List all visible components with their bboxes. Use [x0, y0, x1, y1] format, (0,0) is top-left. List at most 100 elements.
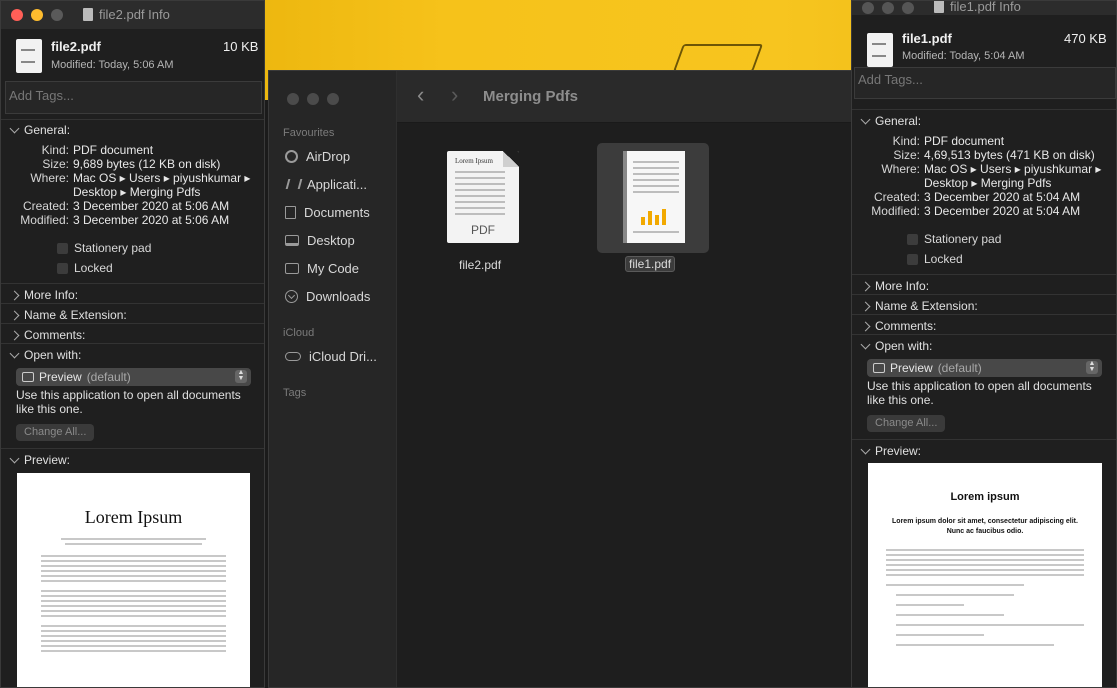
chevron-down-icon	[9, 348, 20, 359]
divider	[852, 439, 1116, 440]
divider	[1, 303, 264, 304]
desktop-icon	[285, 235, 299, 246]
general-details: Kind: PDF document Size: 9,689 bytes (12 K…	[20, 143, 251, 227]
info-window-file1: file1.pdf Info file1.pdf 470 KB Modified…	[851, 0, 1117, 688]
locked-checkbox[interactable]: Locked	[57, 261, 113, 275]
chevron-right-icon	[9, 290, 20, 300]
cloud-icon	[285, 352, 301, 361]
pdf-badge: PDF	[471, 223, 495, 237]
close-button[interactable]	[862, 2, 874, 14]
sidebar-section-tags: Tags	[283, 387, 307, 399]
file-size: 470 KB	[1064, 31, 1107, 46]
divider	[1, 323, 264, 324]
back-button[interactable]: ‹	[417, 84, 424, 106]
section-preview[interactable]: Preview:	[9, 453, 70, 467]
sidebar-item-icloud-drive[interactable]: iCloud Dri...	[285, 349, 377, 364]
chevron-down-icon	[9, 453, 20, 464]
divider	[852, 314, 1116, 315]
file-name[interactable]: file1.pdf	[625, 256, 676, 272]
sidebar-item-label: Desktop	[307, 233, 355, 248]
sidebar-item-applications[interactable]: Applicati...	[285, 177, 367, 192]
section-general[interactable]: General:	[860, 114, 921, 128]
section-open-with[interactable]: Open with:	[9, 348, 81, 362]
modified-date: Modified: Today, 5:06 AM	[51, 59, 174, 71]
open-with-select[interactable]: Preview (default) ▲ ▼	[16, 368, 251, 386]
sidebar-item-documents[interactable]: Documents	[285, 205, 370, 220]
close-button[interactable]	[11, 9, 23, 21]
minimize-button[interactable]	[31, 9, 43, 21]
section-more-info[interactable]: More Info:	[860, 279, 929, 293]
chevron-right-icon	[860, 321, 871, 331]
preview-app-icon	[873, 363, 885, 373]
finder-window: Favourites AirDrop Applicati... Document…	[268, 70, 971, 688]
zoom-button[interactable]	[51, 9, 63, 21]
chevron-right-icon	[860, 301, 871, 311]
change-all-button[interactable]: Change All...	[16, 424, 95, 441]
tags-input[interactable]: Add Tags...	[854, 67, 1116, 99]
file-item-file2[interactable]: Lorem Ipsum PDF file2.pdf	[447, 151, 519, 281]
pdf-file-icon	[934, 1, 944, 13]
stationery-pad-checkbox[interactable]: Stationery pad	[907, 232, 1001, 246]
section-general[interactable]: General:	[9, 123, 70, 137]
minimize-button[interactable]	[307, 93, 319, 105]
change-all-button[interactable]: Change All...	[867, 415, 946, 432]
open-with-select[interactable]: Preview (default) ▲ ▼	[867, 359, 1102, 377]
thumbnail-title: Lorem Ipsum	[455, 157, 493, 165]
sidebar-item-airdrop[interactable]: AirDrop	[285, 149, 350, 164]
sidebar-item-my-code[interactable]: My Code	[285, 261, 359, 276]
pdf-file-icon	[867, 33, 893, 67]
divider	[852, 294, 1116, 295]
thumbnail-chart	[641, 207, 666, 225]
divider	[1, 343, 264, 344]
sidebar-item-label: My Code	[307, 261, 360, 276]
window-title: file2.pdf Info	[83, 7, 170, 22]
section-comments[interactable]: Comments:	[860, 319, 936, 333]
section-open-with[interactable]: Open with:	[860, 339, 932, 353]
sidebar-item-label: Applicati...	[307, 177, 367, 192]
pdf-file-icon	[83, 8, 93, 21]
locked-checkbox[interactable]: Locked	[907, 252, 963, 266]
close-button[interactable]	[287, 93, 299, 105]
minimize-button[interactable]	[882, 2, 894, 14]
sidebar-item-label: AirDrop	[306, 149, 351, 164]
chevron-down-icon	[860, 114, 871, 125]
zoom-button[interactable]	[327, 93, 339, 105]
sidebar-item-label: Documents	[304, 205, 370, 220]
info-window-file2: file2.pdf Info file2.pdf 10 KB Modified:…	[0, 0, 265, 688]
checkbox-icon	[57, 262, 68, 274]
tags-input[interactable]: Add Tags...	[5, 81, 262, 114]
section-comments[interactable]: Comments:	[9, 328, 85, 342]
folder-icon	[285, 263, 299, 274]
section-name-extension[interactable]: Name & Extension:	[9, 308, 127, 322]
forward-button[interactable]: ›	[451, 84, 458, 106]
file-name: file1.pdf	[902, 31, 952, 46]
chevron-updown-icon: ▲ ▼	[1086, 360, 1098, 374]
open-with-description: Use this application to open all documen…	[16, 388, 241, 416]
checkbox-icon	[907, 253, 918, 265]
window-controls	[862, 2, 914, 14]
file-size: 10 KB	[223, 39, 259, 54]
section-more-info[interactable]: More Info:	[9, 288, 78, 302]
divider	[1, 119, 264, 120]
window-title: file1.pdf Info	[934, 1, 1021, 14]
chevron-down-icon	[9, 123, 20, 134]
info-titlebar: file1.pdf Info	[852, 1, 1116, 15]
open-with-description: Use this application to open all documen…	[867, 379, 1092, 407]
file-item-file1[interactable]: file1.pdf	[597, 143, 709, 283]
folder-title: Merging Pdfs	[483, 88, 579, 105]
section-preview[interactable]: Preview:	[860, 444, 921, 458]
divider	[852, 334, 1116, 335]
preview-heading: Lorem Ipsum	[84, 507, 183, 527]
sidebar-item-desktop[interactable]: Desktop	[285, 233, 355, 248]
preview-heading: Lorem ipsum	[950, 491, 1020, 503]
section-name-extension[interactable]: Name & Extension:	[860, 299, 978, 313]
general-details: Kind: PDF document Size: 4,69,513 bytes (4…	[871, 134, 1102, 218]
stationery-pad-checkbox[interactable]: Stationery pad	[57, 241, 151, 255]
chevron-right-icon	[860, 281, 871, 291]
downloads-icon	[285, 290, 298, 303]
chevron-updown-icon: ▲ ▼	[235, 369, 247, 383]
sidebar-section-favourites: Favourites	[283, 127, 335, 139]
divider	[852, 109, 1116, 110]
zoom-button[interactable]	[902, 2, 914, 14]
sidebar-item-downloads[interactable]: Downloads	[285, 289, 370, 304]
